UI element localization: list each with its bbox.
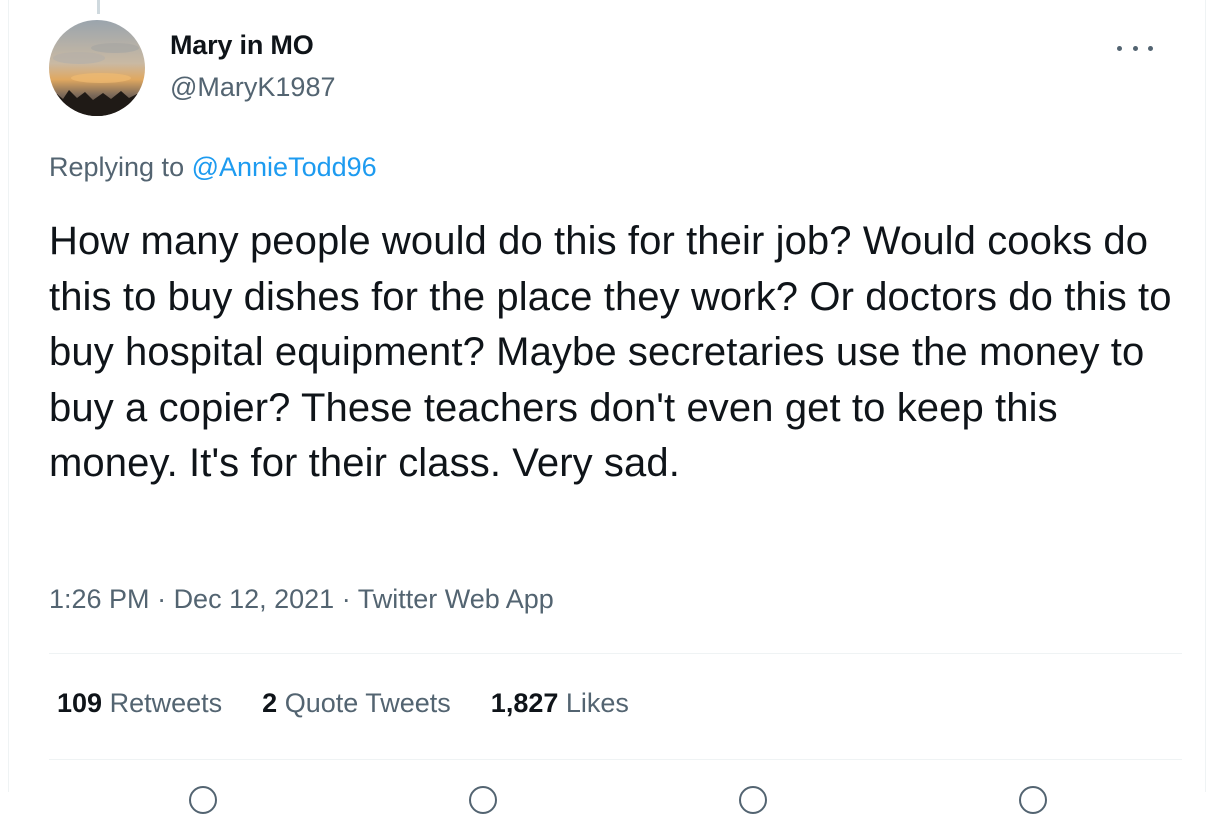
share-icon[interactable] xyxy=(1019,786,1047,814)
likes-label: Likes xyxy=(565,688,629,718)
replying-to: Replying to @AnnieTodd96 xyxy=(49,152,377,183)
retweets-stat[interactable]: 109 Retweets xyxy=(57,688,222,719)
tweet-card: Mary in MO @MaryK1987 Replying to @Annie… xyxy=(8,0,1206,814)
heart-icon[interactable] xyxy=(739,786,767,814)
quotes-count: 2 xyxy=(262,688,278,718)
separator: · xyxy=(149,584,174,614)
likes-stat[interactable]: 1,827 Likes xyxy=(491,688,629,719)
divider xyxy=(49,653,1182,654)
separator: · xyxy=(334,584,358,614)
action-bar xyxy=(49,778,1182,814)
engagement-stats: 109 Retweets 2 Quote Tweets 1,827 Likes xyxy=(57,688,629,719)
avatar[interactable] xyxy=(49,20,145,116)
replying-to-label: Replying to xyxy=(49,152,185,182)
tweet-metadata: 1:26 PM · Dec 12, 2021 · Twitter Web App xyxy=(49,584,554,615)
quotes-stat[interactable]: 2 Quote Tweets xyxy=(262,688,451,719)
divider xyxy=(49,759,1182,760)
retweets-count: 109 xyxy=(57,688,103,718)
retweets-label: Retweets xyxy=(109,688,223,718)
tweet-date[interactable]: Dec 12, 2021 xyxy=(174,584,335,614)
more-horizontal-icon[interactable] xyxy=(1117,36,1153,60)
retweet-icon[interactable] xyxy=(469,786,497,814)
replying-to-link[interactable]: @AnnieTodd96 xyxy=(192,152,377,182)
tweet-source[interactable]: Twitter Web App xyxy=(358,584,554,614)
author-handle[interactable]: @MaryK1987 xyxy=(170,72,335,103)
reply-icon[interactable] xyxy=(189,786,217,814)
tweet-time[interactable]: 1:26 PM xyxy=(49,584,150,614)
thread-connector-line xyxy=(97,0,100,14)
author-display-name[interactable]: Mary in MO xyxy=(170,30,314,61)
likes-count: 1,827 xyxy=(490,688,559,718)
quotes-label: Quote Tweets xyxy=(284,688,451,718)
tweet-text: How many people would do this for their … xyxy=(49,219,1172,485)
